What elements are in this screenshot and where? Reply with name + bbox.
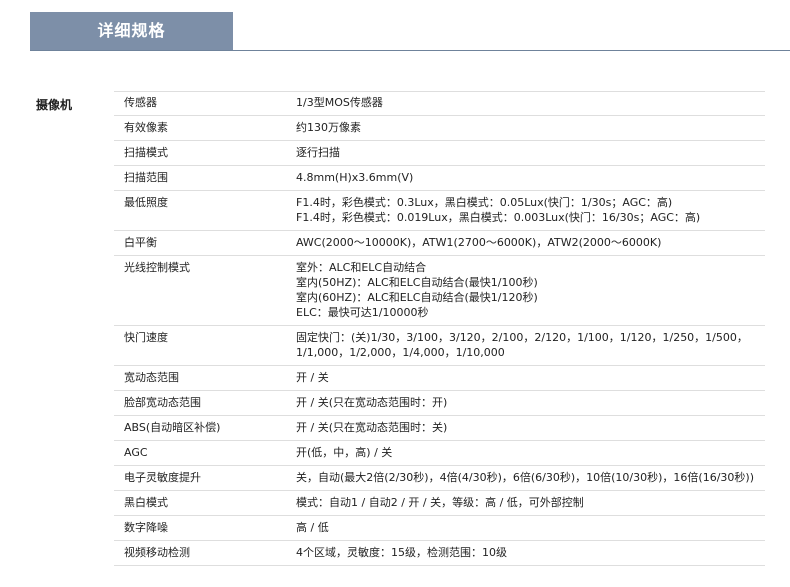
spec-key: AGC — [114, 440, 288, 466]
spec-row: 扫描模式 逐行扫描 — [114, 140, 765, 166]
spec-value: 开 / 关 — [288, 365, 765, 391]
spec-value: 4.8mm(H)x3.6mm(V) — [288, 165, 765, 191]
spec-table: 传感器 1/3型MOS传感器 有效像素 约130万像素 扫描模式 逐行扫描 扫描范围 4.8m… — [114, 91, 765, 566]
spec-value-line: 高 / 低 — [296, 521, 329, 534]
spec-value-line: 开 / 关(只在宽动态范围时：关) — [296, 421, 448, 434]
spec-value-line: F1.4时，彩色模式：0.019Lux，黑白模式：0.003Lux(快门：16/… — [296, 211, 701, 224]
spec-value: 固定快门：(关)1/30，3/100，3/120，2/100，2/120，1/1… — [288, 325, 765, 366]
spec-value: 关，自动(最大2倍(2/30秒)，4倍(4/30秒)，6倍(6/30秒)，10倍… — [288, 465, 765, 491]
section-header: 详细规格 — [30, 12, 790, 51]
spec-key: 快门速度 — [114, 325, 288, 366]
section-title-tab: 详细规格 — [30, 12, 233, 50]
spec-value-line: 约130万像素 — [296, 121, 361, 134]
spec-key: 黑白模式 — [114, 490, 288, 516]
spec-value-line: 4.8mm(H)x3.6mm(V) — [296, 171, 414, 184]
spec-value-line: 关，自动(最大2倍(2/30秒)，4倍(4/30秒)，6倍(6/30秒)，10倍… — [296, 471, 754, 484]
spec-value-line: 模式：自动1 / 自动2 / 开 / 关，等级：高 / 低，可外部控制 — [296, 496, 584, 509]
spec-key: 有效像素 — [114, 115, 288, 141]
spec-value-line: 室内(50HZ)：ALC和ELC自动结合(最快1/100秒) — [296, 276, 538, 289]
category-label: 摄像机 — [36, 98, 73, 112]
spec-value-line: 室内(60HZ)：ALC和ELC自动结合(最快1/120秒) — [296, 291, 538, 304]
spec-row: 扫描范围 4.8mm(H)x3.6mm(V) — [114, 165, 765, 191]
spec-table-body: 传感器 1/3型MOS传感器 有效像素 约130万像素 扫描模式 逐行扫描 扫描范围 4.8m… — [114, 91, 765, 566]
spec-value: 高 / 低 — [288, 515, 765, 541]
spec-key: 传感器 — [114, 91, 288, 116]
spec-row: 有效像素 约130万像素 — [114, 115, 765, 141]
spec-value: AWC(2000～10000K)，ATW1(2700～6000K)，ATW2(2… — [288, 230, 765, 256]
spec-row: 脸部宽动态范围开 / 关(只在宽动态范围时：开) — [114, 390, 765, 416]
spec-value-line: 1/3型MOS传感器 — [296, 96, 383, 109]
spec-value-line: 固定快门：(关)1/30，3/100，3/120，2/100，2/120，1/1… — [296, 331, 748, 359]
spec-key: 白平衡 — [114, 230, 288, 256]
spec-key: 电子灵敏度提升 — [114, 465, 288, 491]
spec-row: 宽动态范围开 / 关 — [114, 365, 765, 391]
spec-value: 1/3型MOS传感器 — [288, 91, 765, 116]
spec-value: F1.4时，彩色模式：0.3Lux，黑白模式：0.05Lux(快门：1/30s；… — [288, 190, 765, 231]
spec-key: 脸部宽动态范围 — [114, 390, 288, 416]
spec-key: 视频移动检测 — [114, 540, 288, 566]
spec-key: 最低照度 — [114, 190, 288, 231]
spec-row: 黑白模式 模式：自动1 / 自动2 / 开 / 关，等级：高 / 低，可外部控制 — [114, 490, 765, 516]
spec-row: 传感器 1/3型MOS传感器 — [114, 91, 765, 116]
spec-value-line: 室外：ALC和ELC自动结合 — [296, 261, 427, 274]
spec-row: 数字降噪高 / 低 — [114, 515, 765, 541]
spec-value-line: 开 / 关 — [296, 371, 329, 384]
spec-row: 电子灵敏度提升 关，自动(最大2倍(2/30秒)，4倍(4/30秒)，6倍(6/3… — [114, 465, 765, 491]
spec-row: 光线控制模式 室外：ALC和ELC自动结合室内(50HZ)：ALC和ELC自动结合… — [114, 255, 765, 326]
spec-row: 视频移动检测 4个区域，灵敏度：15级，检测范围：10级 — [114, 540, 765, 566]
spec-row: 快门速度 固定快门：(关)1/30，3/100，3/120，2/100，2/120… — [114, 325, 765, 366]
spec-value-line: F1.4时，彩色模式：0.3Lux，黑白模式：0.05Lux(快门：1/30s；… — [296, 196, 673, 209]
spec-value-line: 逐行扫描 — [296, 146, 340, 159]
spec-row: 最低照度 F1.4时，彩色模式：0.3Lux，黑白模式：0.05Lux(快门：1/… — [114, 190, 765, 231]
spec-value: 开 / 关(只在宽动态范围时：开) — [288, 390, 765, 416]
spec-value: 室外：ALC和ELC自动结合室内(50HZ)：ALC和ELC自动结合(最快1/1… — [288, 255, 765, 326]
spec-key: 光线控制模式 — [114, 255, 288, 326]
spec-key: 扫描模式 — [114, 140, 288, 166]
spec-value: 4个区域，灵敏度：15级，检测范围：10级 — [288, 540, 765, 566]
spec-row: ABS(自动暗区补偿) 开 / 关(只在宽动态范围时：关) — [114, 415, 765, 441]
spec-value: 逐行扫描 — [288, 140, 765, 166]
spec-row: AGC 开(低，中，高) / 关 — [114, 440, 765, 466]
spec-value-line: 4个区域，灵敏度：15级，检测范围：10级 — [296, 546, 507, 559]
spec-value-line: AWC(2000～10000K)，ATW1(2700～6000K)，ATW2(2… — [296, 236, 662, 249]
spec-value: 开(低，中，高) / 关 — [288, 440, 765, 466]
spec-value-line: ELC：最快可达1/10000秒 — [296, 306, 429, 319]
spec-key: 扫描范围 — [114, 165, 288, 191]
spec-value: 约130万像素 — [288, 115, 765, 141]
spec-value: 开 / 关(只在宽动态范围时：关) — [288, 415, 765, 441]
spec-value: 模式：自动1 / 自动2 / 开 / 关，等级：高 / 低，可外部控制 — [288, 490, 765, 516]
spec-value-line: 开 / 关(只在宽动态范围时：开) — [296, 396, 448, 409]
spec-key: 宽动态范围 — [114, 365, 288, 391]
spec-key: 数字降噪 — [114, 515, 288, 541]
spec-key: ABS(自动暗区补偿) — [114, 415, 288, 441]
spec-row: 白平衡 AWC(2000～10000K)，ATW1(2700～6000K)，ATW… — [114, 230, 765, 256]
spec-value-line: 开(低，中，高) / 关 — [296, 446, 393, 459]
